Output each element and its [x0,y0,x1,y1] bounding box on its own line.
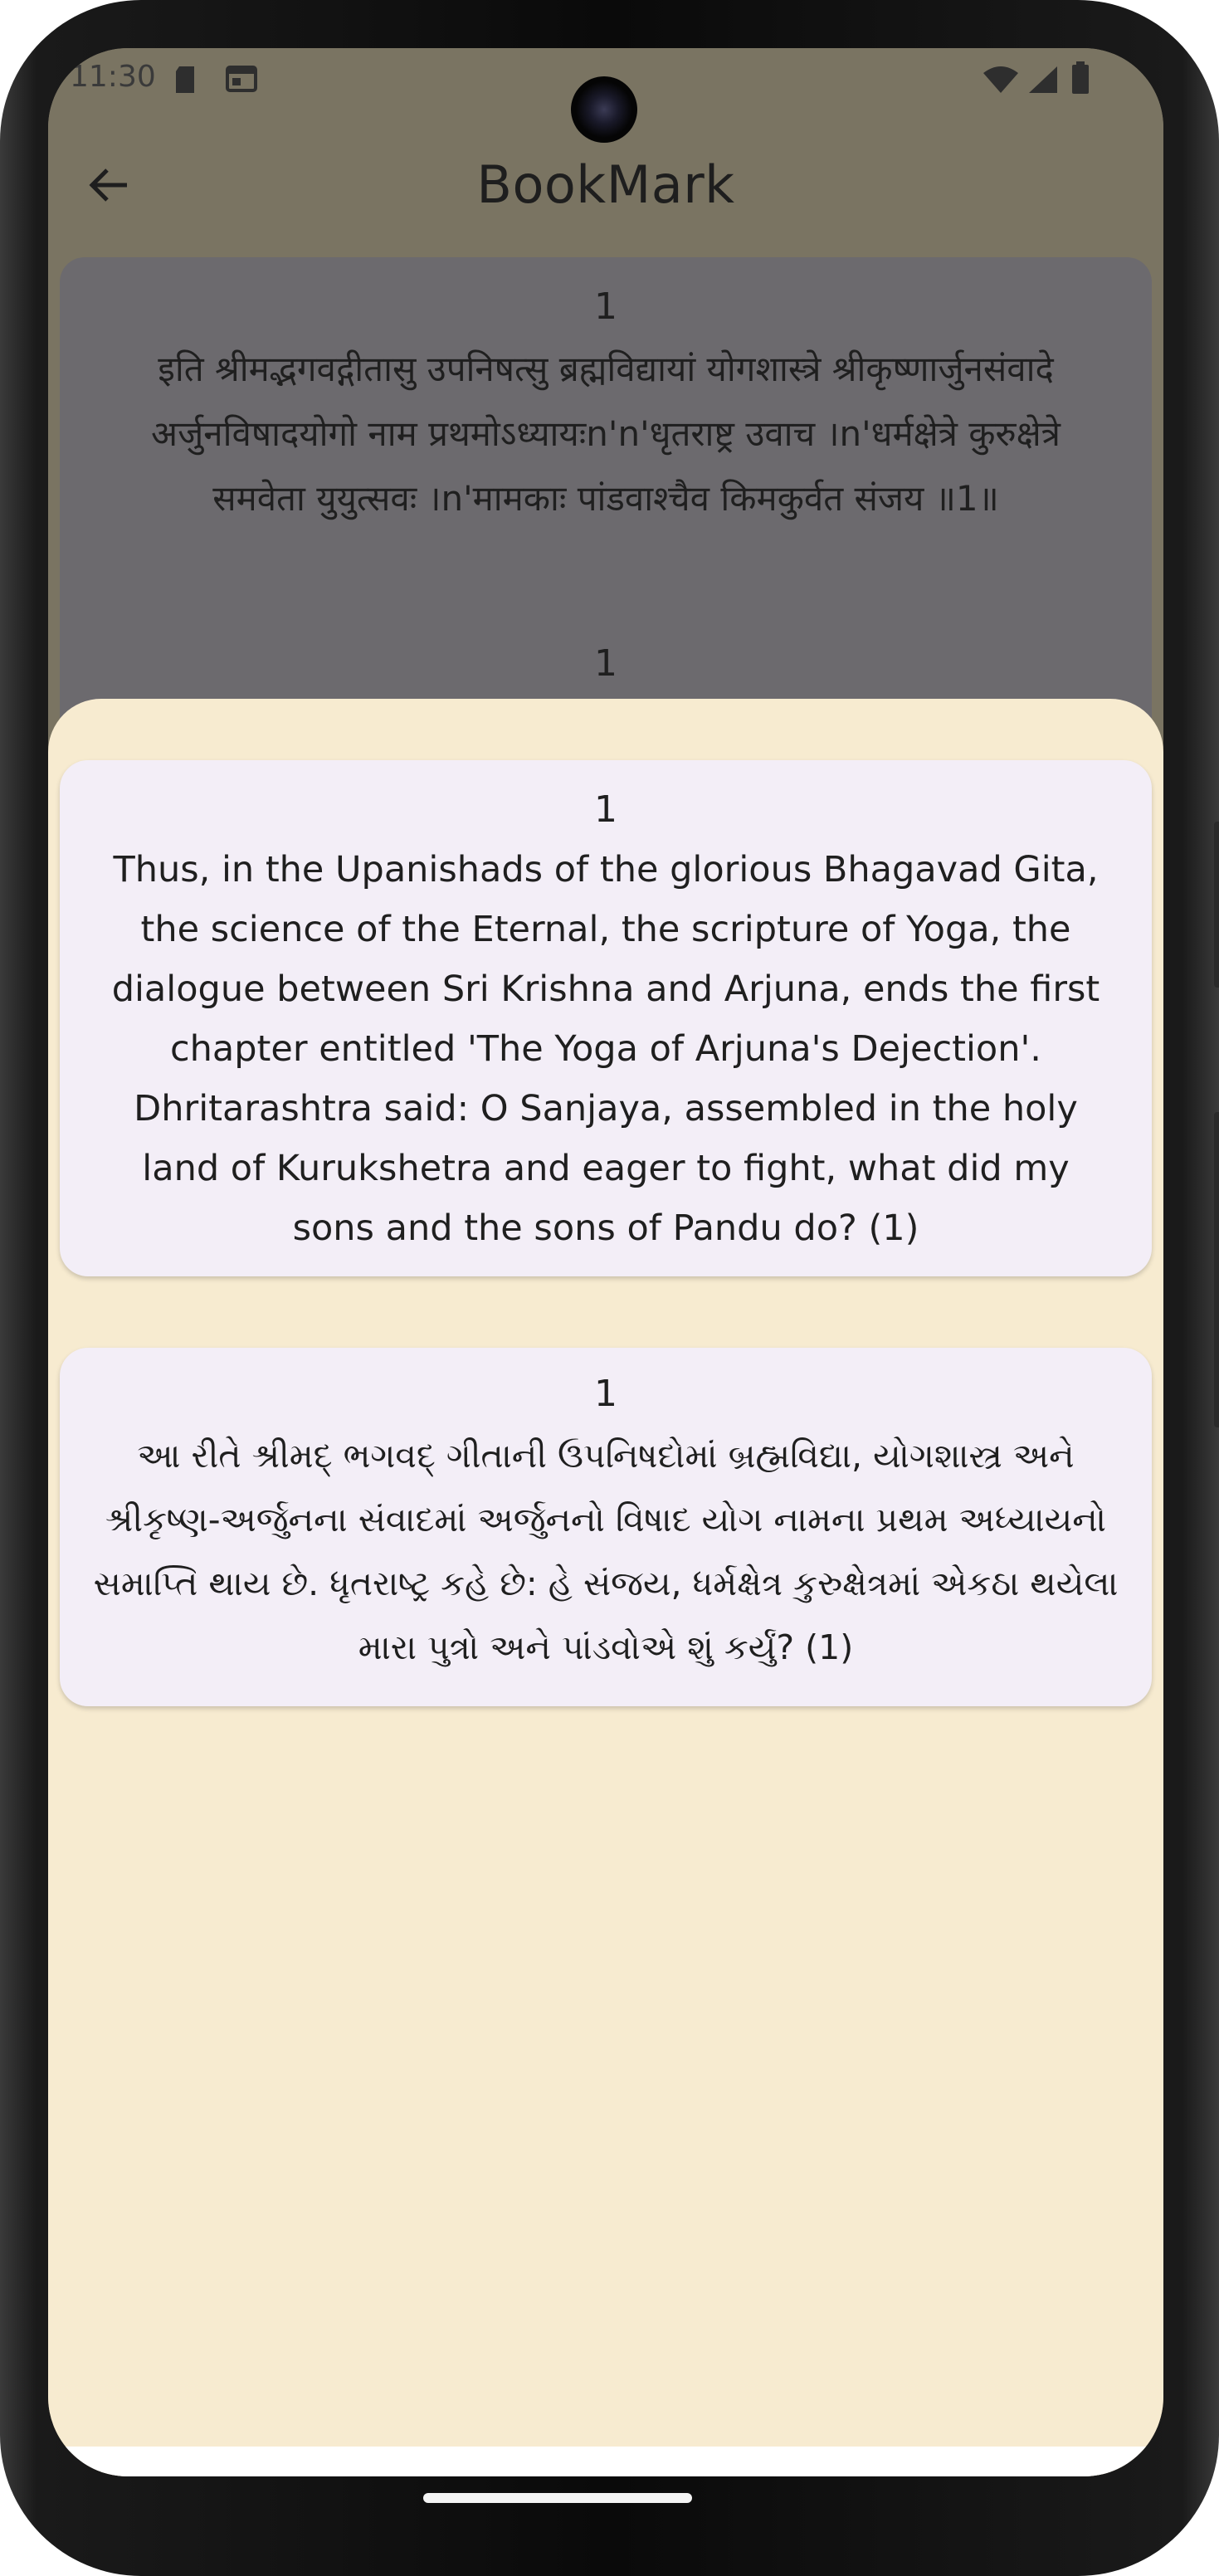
volume-button [1214,822,1219,988]
battery-icon [1070,61,1090,95]
gujarati-translation-card: 1 આ રીતે શ્રીમદ્ ભગવદ્ ગીતાની ઉપનિષદોમાં… [60,1348,1152,1706]
verse-number: 1 [594,1373,617,1415]
english-translation-card: 1 Thus, in the Upanishads of the gloriou… [60,760,1152,1276]
bottom-sheet: 1 Thus, in the Upanishads of the gloriou… [48,699,1163,2476]
verse-number: 1 [594,285,617,328]
app-bar: BookMark [48,139,1163,231]
verse-number: 1 [594,788,617,831]
english-translation-text: Thus, in the Upanishads of the glorious … [111,849,1100,1249]
sanskrit-verse-text: इति श्रीमद्भगवद्गीतासु उपनिषत्सु ब्रह्मव… [151,349,1061,519]
home-indicator[interactable] [423,2493,692,2503]
phone-frame: 11:30 BookMark 1 इति श्रीमद्भगवद्गीतासु … [0,0,1219,2576]
calendar-icon [226,65,257,93]
signal-icon [1027,65,1059,95]
page-title: BookMark [476,154,735,215]
verse-number: 1 [594,642,617,685]
navigation-bar [48,2447,1163,2476]
sd-card-icon [173,65,197,95]
status-time: 11:30 [70,60,156,94]
screen: 11:30 BookMark 1 इति श्रीमद्भगवद्गीतासु … [48,48,1163,2476]
wifi-icon [983,66,1019,95]
gujarati-translation-text: આ રીતે શ્રીમદ્ ભગવદ્ ગીતાની ઉપનિષદોમાં બ… [93,1436,1119,1667]
power-button [1214,1112,1219,1427]
front-camera [571,76,637,143]
